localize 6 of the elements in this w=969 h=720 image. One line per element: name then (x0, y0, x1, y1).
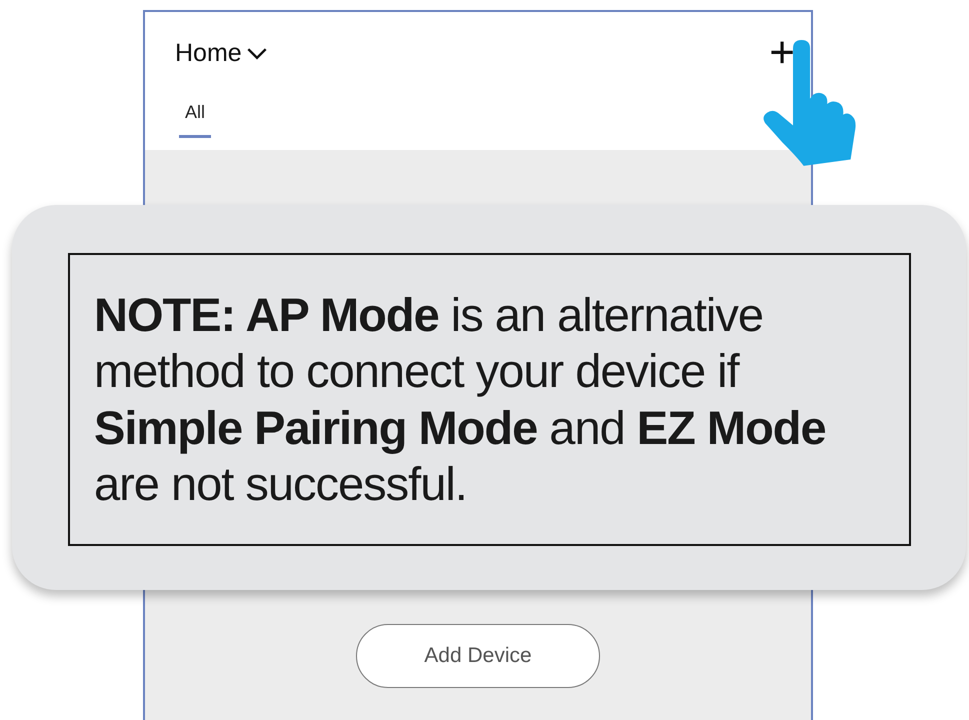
chevron-down-icon (246, 46, 268, 60)
tab[interactable]: All (179, 100, 212, 138)
add-device-button[interactable]: Add Device (356, 624, 600, 688)
add-button[interactable]: + (769, 31, 795, 75)
note-text: NOTE: AP Mode is an alternative method to connect your device if Simple Pairing Mode and EZ Mode are not successful. (94, 286, 827, 512)
home-dropdown[interactable]: Home (175, 38, 268, 68)
